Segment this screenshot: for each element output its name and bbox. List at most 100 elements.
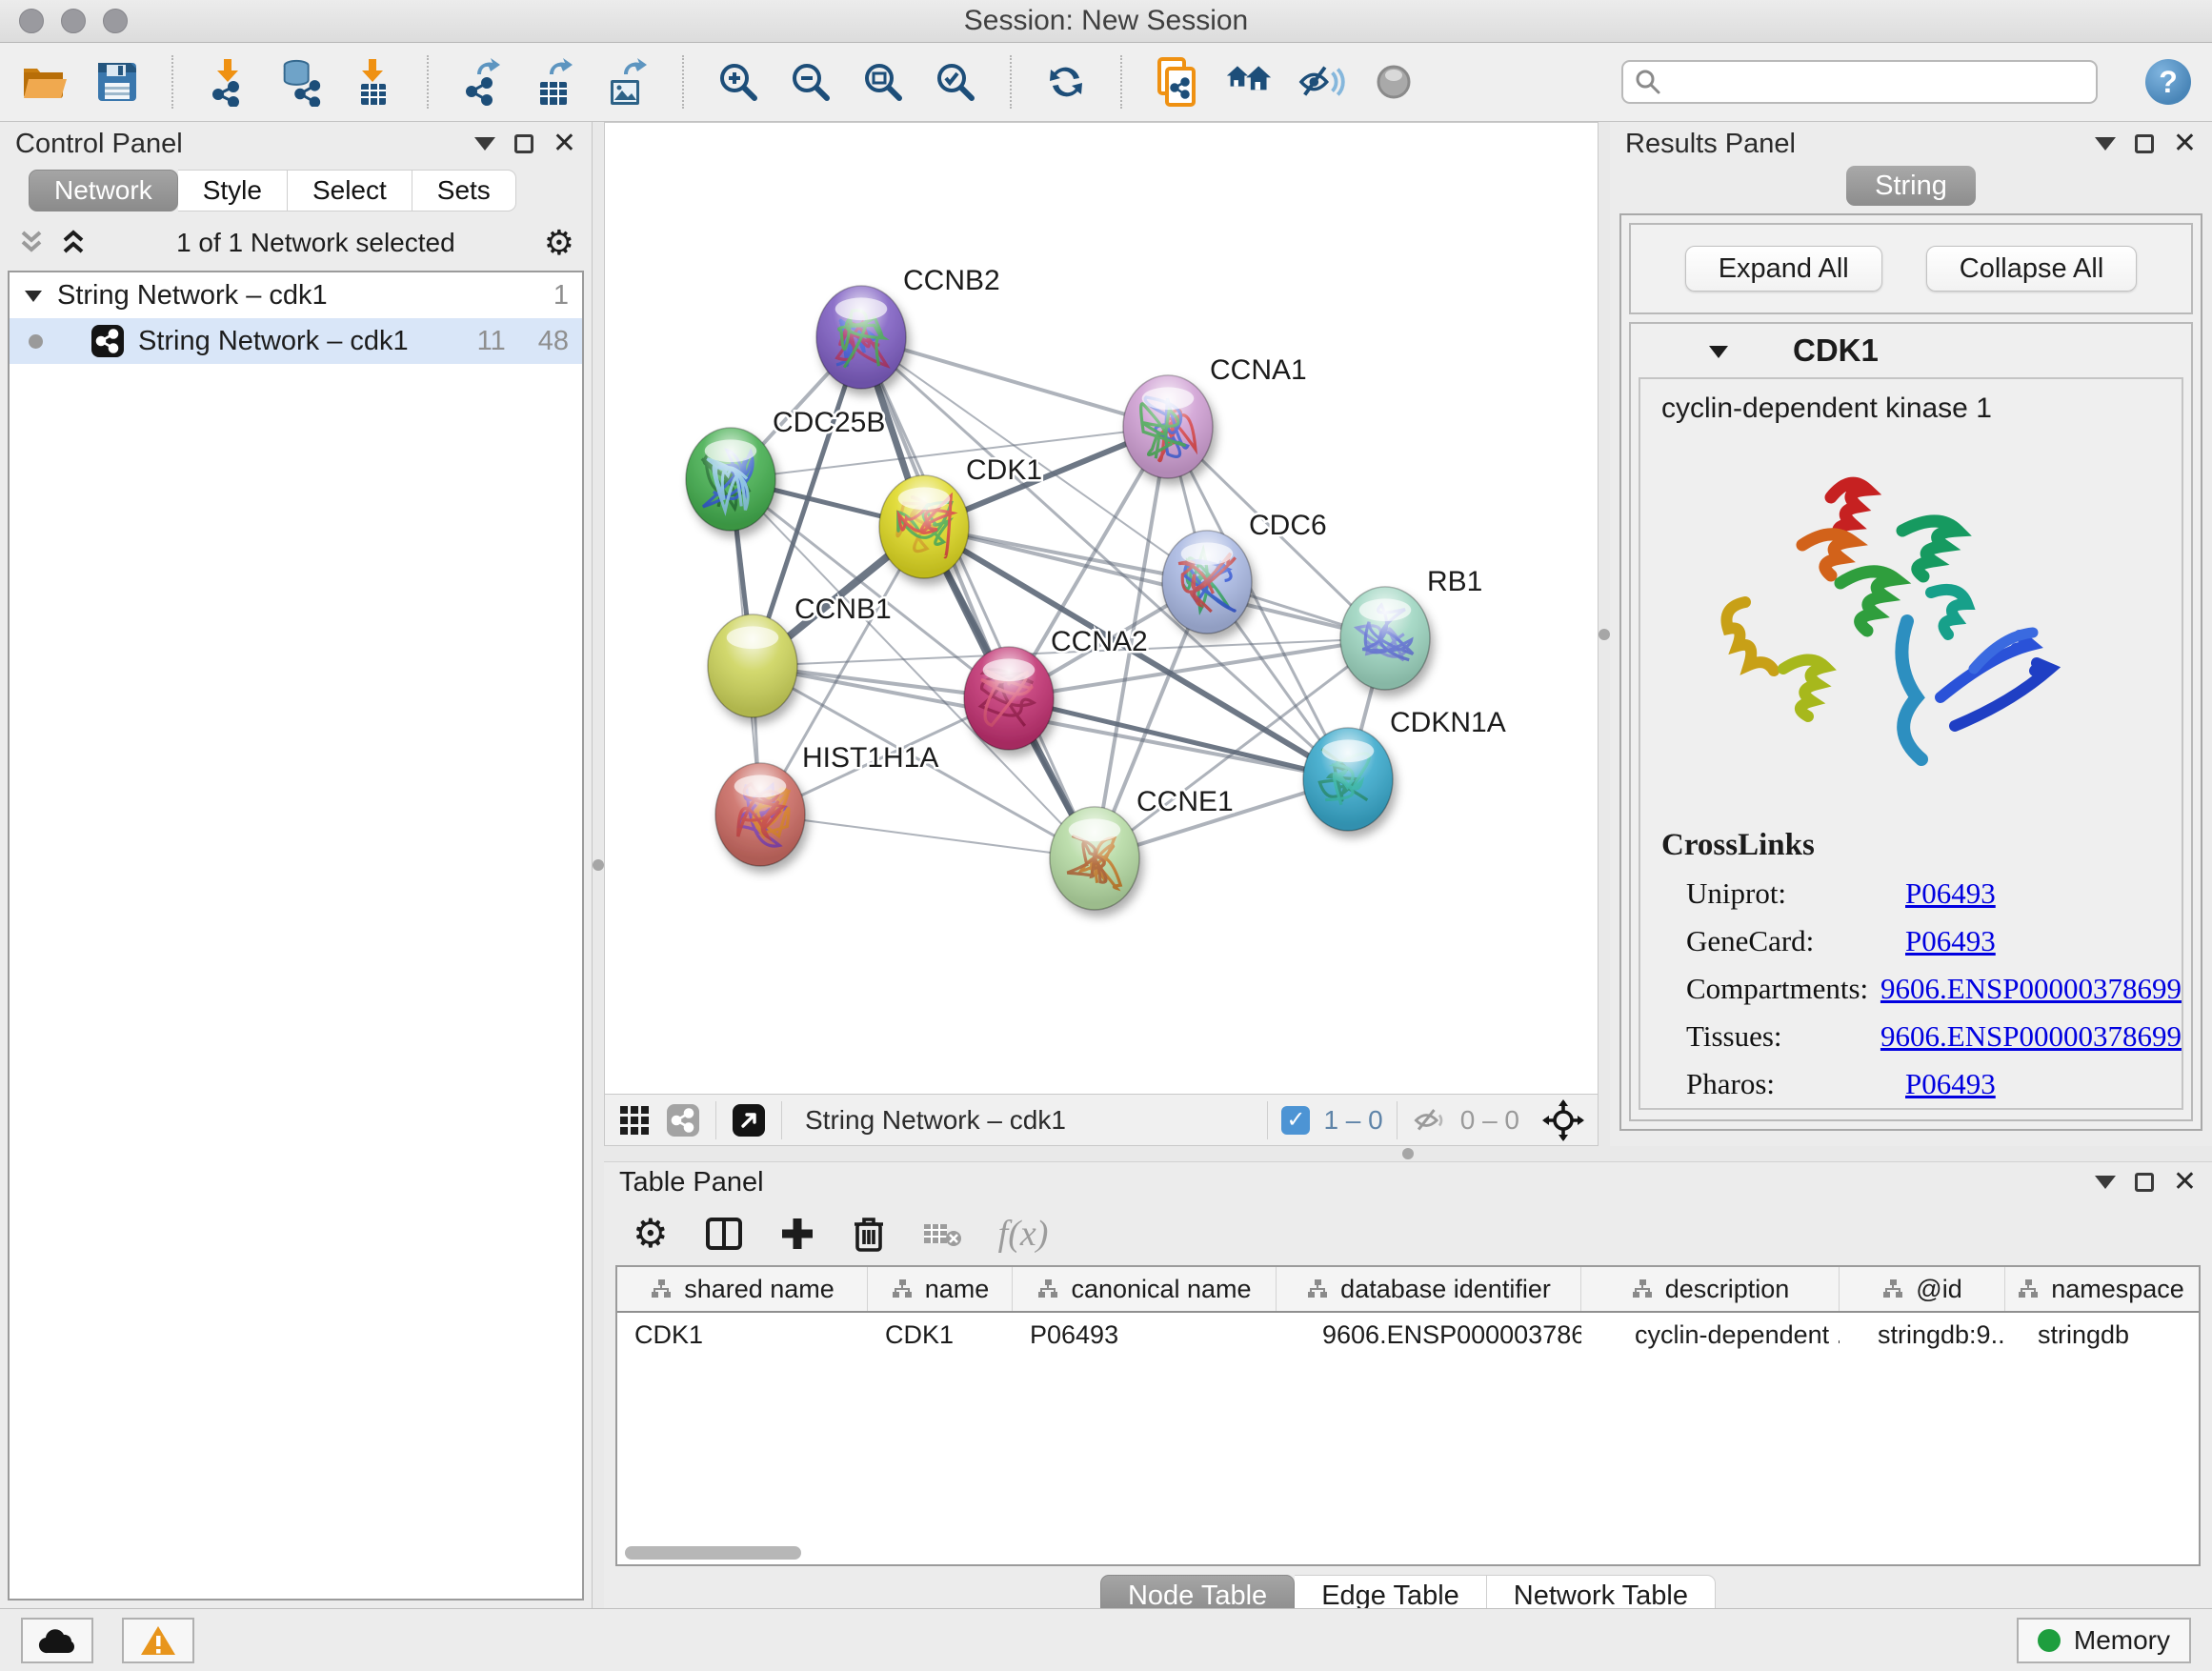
warnings-button[interactable] — [122, 1618, 194, 1663]
right-splitter[interactable] — [1599, 122, 1610, 1146]
uniprot-link[interactable]: P06493 — [1905, 876, 1996, 911]
delete-column-trash-icon[interactable] — [852, 1215, 886, 1253]
collection-count: 1 — [553, 280, 569, 312]
save-session-button[interactable] — [93, 57, 141, 107]
memory-status-dot — [2038, 1629, 2061, 1652]
export-network-icon[interactable] — [459, 57, 507, 107]
zoom-out-icon[interactable] — [787, 57, 835, 107]
network-selected-summary: 1 of 1 Network selected — [101, 228, 531, 258]
tab-select[interactable]: Select — [288, 170, 412, 211]
float-panel-icon[interactable] — [514, 134, 533, 153]
horizontal-scrollbar[interactable] — [625, 1546, 801, 1560]
function-builder-icon[interactable]: f(x) — [998, 1213, 1049, 1255]
table-options-gear-icon[interactable]: ⚙ — [633, 1214, 669, 1254]
column-network-icon — [650, 1278, 673, 1300]
export-image-icon[interactable] — [604, 57, 652, 107]
string-view-icon[interactable] — [666, 1103, 700, 1137]
cloud-icon — [36, 1626, 78, 1655]
node-label-CCNA2: CCNA2 — [1051, 626, 1148, 657]
crosslinks-section: CrossLinks Uniprot:P06493 GeneCard:P0649… — [1661, 828, 2182, 1101]
node-label-RB1: RB1 — [1427, 566, 1482, 597]
compartments-link[interactable]: 9606.ENSP00000378699 — [1880, 972, 2182, 1006]
crosslink-label: Uniprot: — [1661, 876, 1905, 911]
cell-id: stringdb:9... — [1840, 1320, 2005, 1350]
float-table-icon[interactable] — [2135, 1173, 2154, 1192]
node-label-CDK1: CDK1 — [966, 454, 1042, 486]
expand-all-networks-icon[interactable] — [17, 229, 46, 257]
horizontal-splitter[interactable] — [604, 1146, 2212, 1161]
delete-table-icon[interactable] — [922, 1218, 962, 1249]
grid-view-icon[interactable] — [618, 1104, 651, 1137]
import-network-icon[interactable] — [204, 57, 251, 107]
tab-style[interactable]: Style — [178, 170, 288, 211]
network-tree: String Network – cdk1 1 String Network –… — [8, 271, 584, 1601]
network-view-title: String Network – cdk1 — [805, 1105, 1066, 1136]
import-network-from-database-icon[interactable] — [276, 57, 324, 107]
table-header-row: shared name name canonical name database… — [617, 1267, 2199, 1313]
results-panel: Results Panel ✕ String Expand All Collap… — [1610, 122, 2212, 1146]
network-row[interactable]: String Network – cdk1 11 48 — [10, 318, 582, 364]
table-row[interactable]: CDK1 CDK1 P06493 9606.ENSP00000378699 cy… — [617, 1313, 2199, 1357]
search-box[interactable] — [1621, 60, 2098, 104]
crosslink-label: Tissues: — [1661, 1019, 1880, 1054]
hide-graphics-details-icon[interactable] — [1297, 57, 1345, 107]
tree-expand-icon[interactable] — [23, 287, 44, 304]
crosslink-label: Pharos: — [1661, 1067, 1905, 1101]
expand-all-button[interactable]: Expand All — [1685, 246, 1882, 292]
export-table-icon[interactable] — [532, 57, 579, 107]
collapse-results-icon[interactable] — [2095, 137, 2116, 151]
zoom-fit-icon[interactable] — [859, 57, 907, 107]
duplicate-network-icon[interactable] — [1153, 57, 1200, 107]
network-node-CCNA2 — [964, 647, 1054, 750]
pharos-link[interactable]: P06493 — [1905, 1067, 1996, 1101]
cell-shared-name: CDK1 — [617, 1320, 868, 1350]
zoom-selected-icon[interactable] — [932, 57, 979, 107]
protein-section-collapse-icon[interactable] — [1707, 342, 1730, 360]
tab-string-results[interactable]: String — [1846, 166, 1976, 206]
cybrowser-homes-icon[interactable] — [1225, 57, 1273, 107]
network-canvas[interactable]: CCNB2CCNA1CDC25BCDK1CDC6RB1CCNB1CCNA2CDK… — [605, 123, 1598, 1094]
network-collection-row[interactable]: String Network – cdk1 1 — [10, 272, 582, 318]
network-node-CCNB2 — [816, 286, 906, 389]
hidden-counts: 0 – 0 — [1460, 1105, 1519, 1136]
column-network-icon — [2017, 1278, 2040, 1300]
status-bar: Memory — [0, 1608, 2212, 1671]
genecard-link[interactable]: P06493 — [1905, 924, 1996, 958]
show-graphics-details-icon[interactable] — [1370, 57, 1418, 107]
left-splitter[interactable] — [593, 122, 604, 1608]
string-network-icon — [90, 324, 125, 358]
node-table[interactable]: shared name name canonical name database… — [615, 1265, 2201, 1566]
apply-layout-refresh-icon[interactable] — [1042, 57, 1090, 107]
zoom-in-icon[interactable] — [714, 57, 762, 107]
current-network-dot — [29, 334, 43, 349]
selected-checkbox-icon[interactable]: ✓ — [1281, 1106, 1310, 1135]
network-label: String Network – cdk1 — [138, 326, 409, 357]
show-columns-icon[interactable] — [705, 1217, 743, 1251]
close-results-icon[interactable]: ✕ — [2173, 130, 2197, 158]
tissues-link[interactable]: 9606.ENSP00000378699 — [1880, 1019, 2182, 1054]
close-table-icon[interactable]: ✕ — [2173, 1168, 2197, 1197]
network-node-CDK1 — [879, 475, 969, 578]
node-label-CCNB2: CCNB2 — [903, 265, 1000, 296]
close-panel-icon[interactable]: ✕ — [553, 130, 576, 158]
hidden-eye-slash-icon — [1411, 1106, 1447, 1135]
import-table-icon[interactable] — [349, 57, 396, 107]
collapse-all-networks-icon[interactable] — [59, 229, 88, 257]
collapse-table-icon[interactable] — [2095, 1176, 2116, 1189]
network-options-gear-icon[interactable]: ⚙ — [544, 226, 574, 260]
tab-network[interactable]: Network — [29, 170, 178, 211]
collapse-panel-icon[interactable] — [474, 137, 495, 151]
open-session-button[interactable] — [21, 57, 69, 107]
network-view: CCNB2CCNA1CDC25BCDK1CDC6RB1CCNB1CCNA2CDK… — [604, 122, 1599, 1146]
create-column-plus-icon[interactable] — [779, 1216, 815, 1252]
crosslinks-title: CrossLinks — [1661, 828, 2182, 863]
tab-sets[interactable]: Sets — [412, 170, 516, 211]
float-results-icon[interactable] — [2135, 134, 2154, 153]
memory-button[interactable]: Memory — [2017, 1618, 2191, 1663]
fit-selected-crosshair-icon[interactable] — [1542, 1099, 1584, 1141]
collapse-all-button[interactable]: Collapse All — [1926, 246, 2138, 292]
birds-eye-view-icon[interactable] — [732, 1103, 766, 1137]
cloud-button[interactable] — [21, 1618, 93, 1663]
search-input[interactable] — [1669, 68, 2084, 97]
help-button[interactable]: ? — [2145, 59, 2191, 105]
